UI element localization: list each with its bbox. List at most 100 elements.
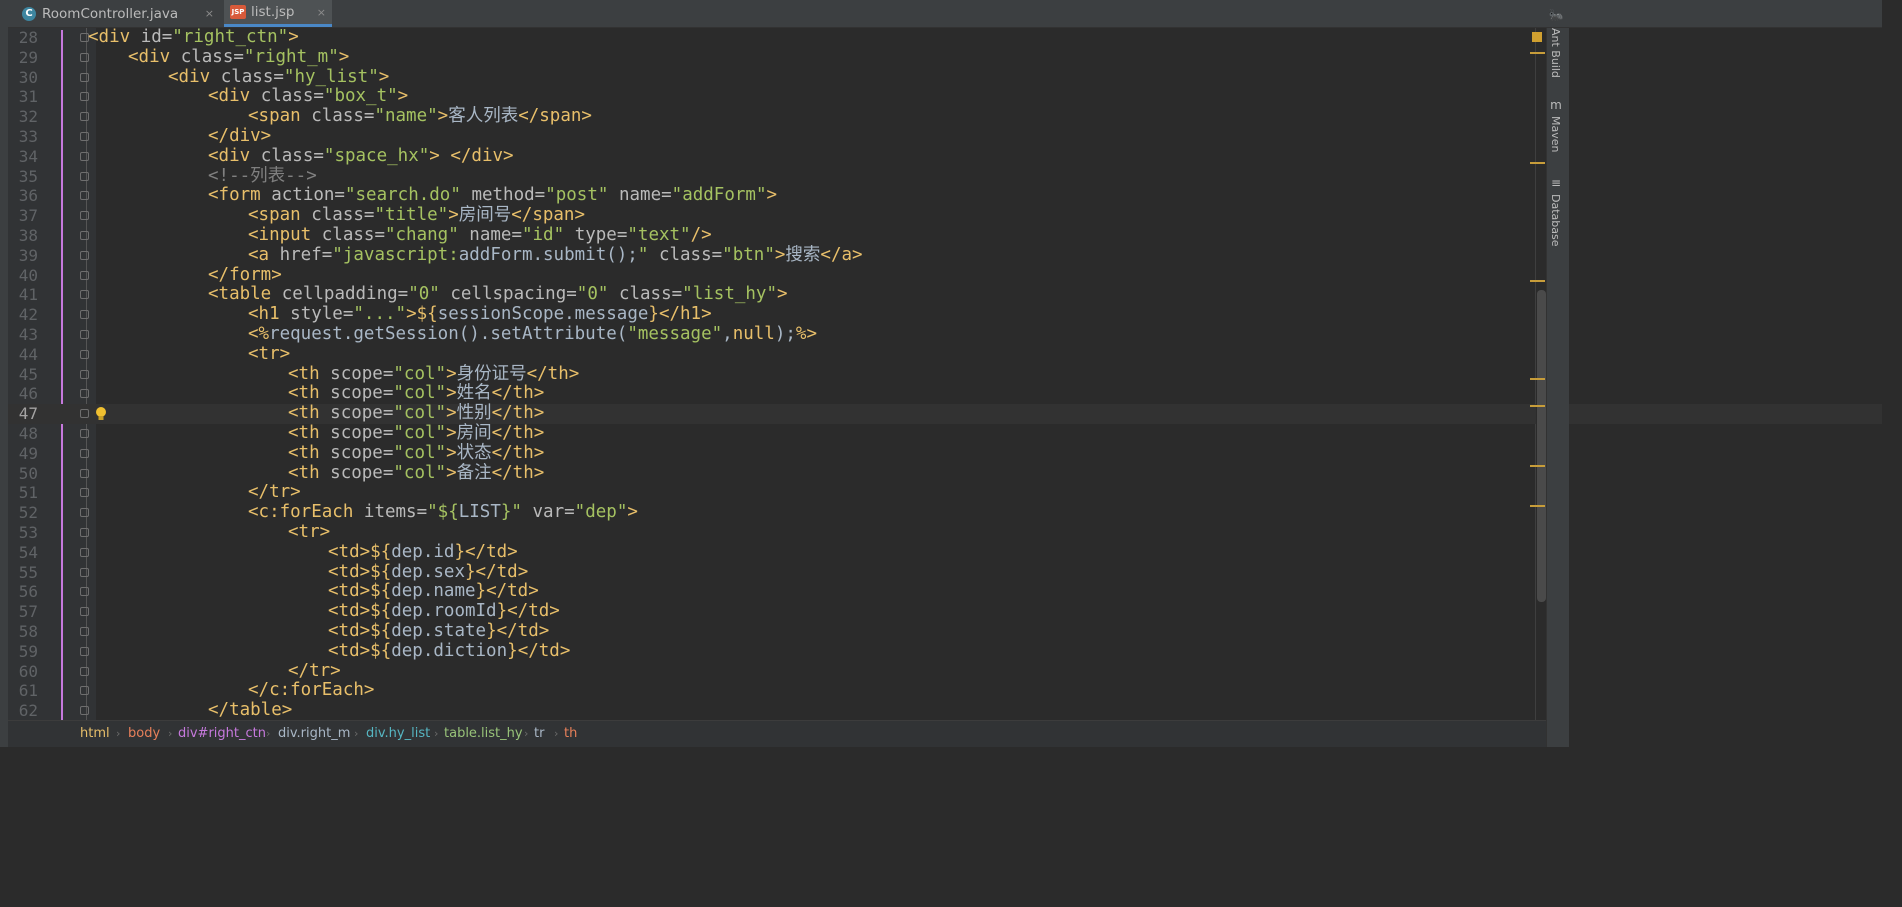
fold-marker-icon[interactable]	[80, 349, 89, 359]
breadcrumb-item[interactable]: th	[564, 721, 577, 747]
code-line[interactable]: 41 <table cellpadding="0" cellspacing="0"…	[8, 284, 1882, 305]
fold-marker-icon[interactable]	[80, 686, 89, 696]
code-line[interactable]: 42 <h1 style="...">${sessionScope.message…	[8, 304, 1882, 325]
fold-marker-icon[interactable]	[80, 72, 89, 82]
fold-marker-icon[interactable]	[80, 270, 89, 280]
error-stripe-mark[interactable]	[1530, 52, 1545, 54]
code-line[interactable]: 43 <%request.getSession().setAttribute("m…	[8, 324, 1882, 345]
code-line[interactable]: 29 <div class="right_m">	[8, 47, 1882, 68]
breadcrumb-item[interactable]: div.right_m	[278, 721, 350, 747]
code-line[interactable]: 55 <td>${dep.sex}</td>	[8, 562, 1882, 583]
code-line[interactable]: 50 <th scope="col">备注</th>	[8, 463, 1882, 484]
code-line[interactable]: 38 <input class="chang" name="id" type="t…	[8, 225, 1882, 246]
fold-marker-icon[interactable]	[80, 627, 89, 636]
fold-marker-icon[interactable]	[80, 706, 89, 716]
code-line[interactable]: 28 <div id="right_ctn">	[8, 27, 1882, 48]
code-line[interactable]: 39 <a href="javascript:addForm.submit();"…	[8, 245, 1882, 266]
fold-marker-icon[interactable]	[80, 389, 89, 399]
fold-marker-icon[interactable]	[80, 112, 89, 122]
code-line[interactable]: 52 <c:forEach items="${LIST}" var="dep">	[8, 502, 1882, 523]
lightbulb-icon[interactable]	[94, 406, 108, 424]
code-line[interactable]: 34 <div class="space_hx"> </div>	[8, 146, 1882, 167]
code-text: <td>${dep.name}</td>	[328, 581, 539, 602]
breadcrumb-item[interactable]: body	[128, 721, 160, 747]
code-line[interactable]: 48 <th scope="col">房间</th>	[8, 423, 1882, 444]
code-text: <%request.getSession().setAttribute("mes…	[248, 324, 817, 344]
code-line[interactable]: 40 </form>	[8, 265, 1882, 286]
breadcrumb-item[interactable]: html	[80, 721, 110, 747]
fold-marker-icon[interactable]	[80, 448, 89, 458]
code-line[interactable]: 61 </c:forEach>	[8, 680, 1882, 701]
fold-marker-icon[interactable]	[80, 369, 89, 379]
code-line[interactable]: 53 <tr>	[8, 522, 1882, 543]
code-line[interactable]: 37 <span class="title">房间号</span>	[8, 205, 1882, 226]
fold-marker-icon[interactable]	[80, 468, 89, 478]
code-line[interactable]: 51 </tr>	[8, 482, 1882, 503]
code-line[interactable]: 60 </tr>	[8, 661, 1882, 682]
code-line[interactable]: 54 <td>${dep.id}</td>	[8, 542, 1882, 563]
fold-marker-icon[interactable]	[80, 191, 89, 201]
error-stripe-mark[interactable]	[1530, 465, 1545, 467]
code-line[interactable]: 49 <th scope="col">状态</th>	[8, 443, 1882, 464]
fold-marker-icon[interactable]	[80, 508, 89, 518]
fold-marker-icon[interactable]	[80, 666, 89, 676]
code-text: <th scope="col">身份证号</th>	[288, 363, 580, 384]
error-stripe-mark[interactable]	[1530, 378, 1545, 380]
fold-marker-icon[interactable]	[80, 528, 89, 537]
fold-marker-icon[interactable]	[80, 231, 89, 240]
error-stripe-mark[interactable]	[1530, 405, 1545, 407]
close-icon[interactable]: ×	[317, 6, 326, 19]
code-line[interactable]: 57 <td>${dep.roomId}</td>	[8, 601, 1882, 622]
fold-marker-icon[interactable]	[80, 587, 89, 597]
fold-marker-icon[interactable]	[80, 52, 89, 62]
fold-marker-icon[interactable]	[80, 211, 89, 221]
tool-window-database[interactable]: Database	[1549, 194, 1562, 247]
code-text: </tr>	[248, 482, 301, 503]
fold-marker-icon[interactable]	[80, 646, 89, 656]
scrollbar-thumb[interactable]	[1537, 290, 1546, 602]
tool-window-ant-build[interactable]: Ant Build	[1549, 28, 1562, 78]
breadcrumb-item[interactable]: tr	[534, 721, 544, 747]
chevron-right-icon: ›	[116, 727, 121, 740]
fold-marker-icon[interactable]	[80, 310, 89, 320]
code-line[interactable]: 59 <td>${dep.diction}</td>	[8, 641, 1882, 662]
breadcrumb-item[interactable]: div.hy_list	[366, 721, 430, 747]
code-line[interactable]: 30 <div class="hy_list">	[8, 67, 1882, 88]
tool-window-maven[interactable]: Maven	[1549, 116, 1562, 152]
code-line[interactable]: 35 <!--列表-->	[8, 166, 1882, 187]
warning-indicator-icon[interactable]	[1532, 32, 1542, 42]
line-number: 31	[18, 87, 38, 107]
fold-marker-icon[interactable]	[80, 607, 89, 617]
code-line[interactable]: 62 </table>	[8, 700, 1882, 721]
fold-marker-icon[interactable]	[80, 429, 89, 438]
breadcrumb-item[interactable]: table.list_hy	[444, 721, 523, 747]
breadcrumb-item[interactable]: div#right_ctn	[178, 721, 266, 747]
error-stripe-mark[interactable]	[1530, 162, 1545, 164]
tab-list-jsp[interactable]: JSP list.jsp ×	[224, 0, 332, 27]
code-line[interactable]: 36 <form action="search.do" method="post"…	[8, 185, 1882, 206]
fold-marker-icon[interactable]	[80, 250, 89, 260]
fold-marker-icon[interactable]	[80, 132, 89, 141]
fold-marker-icon[interactable]	[80, 330, 89, 339]
code-line[interactable]: 58 <td>${dep.state}</td>	[8, 621, 1882, 642]
fold-marker-icon[interactable]	[80, 547, 89, 557]
fold-marker-icon[interactable]	[80, 151, 89, 161]
code-line[interactable]: 33 </div>	[8, 126, 1882, 147]
code-line[interactable]: 44 <tr>	[8, 344, 1882, 365]
close-icon[interactable]: ×	[205, 7, 214, 20]
error-stripe-mark[interactable]	[1530, 505, 1545, 507]
fold-marker-icon[interactable]	[80, 488, 89, 498]
code-line[interactable]: 46 <th scope="col">姓名</th>	[8, 383, 1882, 404]
code-line[interactable]: 47 <th scope="col">性别</th>	[8, 403, 1882, 424]
code-line[interactable]: 56 <td>${dep.name}</td>	[8, 581, 1882, 602]
fold-marker-icon[interactable]	[80, 567, 89, 577]
fold-marker-icon[interactable]	[80, 409, 89, 419]
fold-marker-icon[interactable]	[80, 92, 89, 102]
code-line[interactable]: 31 <div class="box_t">	[8, 86, 1882, 107]
code-line[interactable]: 32 <span class="name">客人列表</span>	[8, 106, 1882, 127]
fold-marker-icon[interactable]	[80, 171, 89, 181]
error-stripe-mark[interactable]	[1530, 280, 1545, 282]
tab-roomcontroller-java[interactable]: C RoomController.java ×	[16, 0, 220, 27]
code-line[interactable]: 45 <th scope="col">身份证号</th>	[8, 363, 1882, 385]
fold-marker-icon[interactable]	[80, 290, 89, 300]
